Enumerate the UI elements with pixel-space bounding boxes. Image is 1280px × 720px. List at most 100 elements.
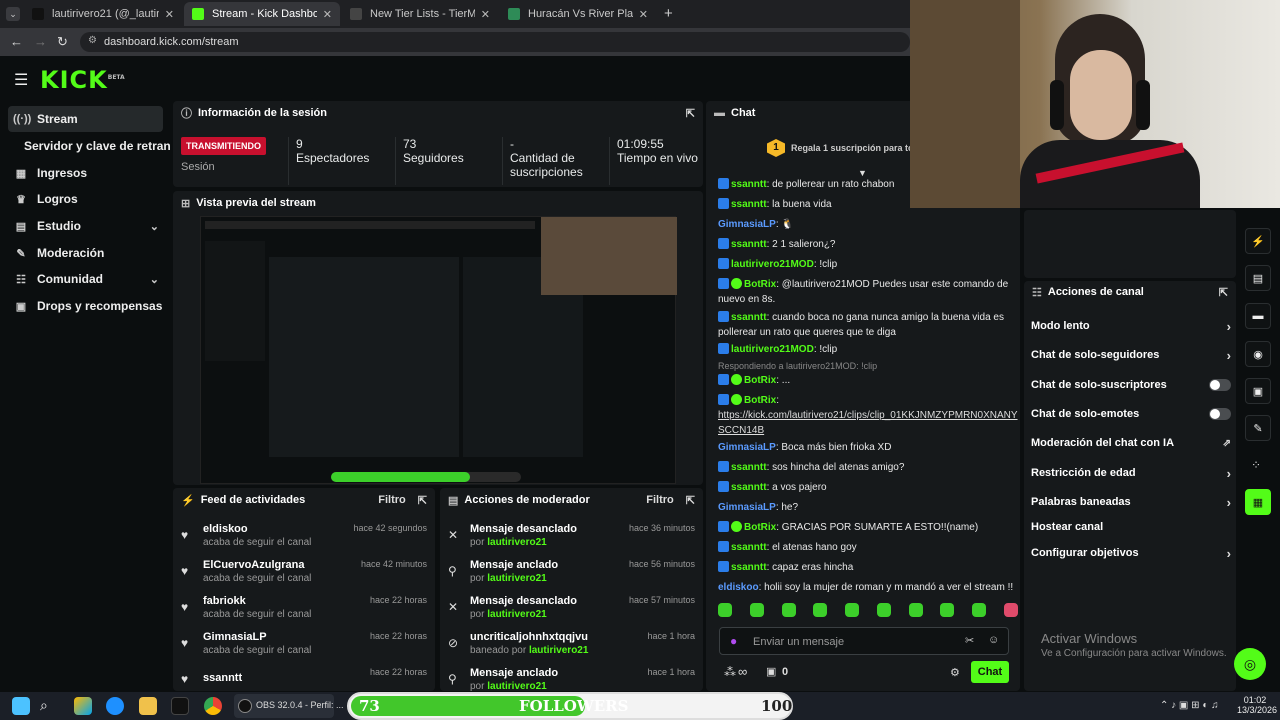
clock[interactable]: 01:02 13/3/2026 xyxy=(1237,695,1277,715)
chat-username[interactable]: ssanntt xyxy=(731,562,767,573)
emote-icon[interactable] xyxy=(781,603,796,617)
channel-action-item[interactable]: Modo lento › xyxy=(1031,315,1231,337)
chat-username[interactable]: eldiskoo xyxy=(718,582,759,593)
chat-username[interactable]: GimnasiaLP xyxy=(718,219,776,230)
popout-icon[interactable]: ⇱ xyxy=(686,494,695,507)
settings-icon[interactable]: ⚙ xyxy=(950,666,960,679)
sidebar-item[interactable]: ▣ Drops y recompensas xyxy=(8,293,163,319)
forward-icon[interactable]: → xyxy=(34,34,47,49)
channel-action-item[interactable]: Restricción de edad › xyxy=(1031,462,1231,484)
activity-filter-button[interactable]: Filtro xyxy=(378,494,406,506)
kick-logo[interactable]: KICKBETA xyxy=(40,66,125,94)
chat-username[interactable]: BotRix xyxy=(744,522,776,533)
chevron-right-icon[interactable]: › xyxy=(1227,495,1231,510)
sidebar-item[interactable]: ▤ Estudio ⌄ xyxy=(8,213,163,239)
gift-icon[interactable]: ▣ xyxy=(766,665,776,678)
mod-action-user[interactable]: lautirivero21 xyxy=(487,609,546,620)
search-icon[interactable]: ⌕ xyxy=(40,697,48,714)
channel-action-item[interactable]: Palabras baneadas › xyxy=(1031,491,1231,513)
chevron-right-icon[interactable]: › xyxy=(1227,319,1231,334)
sidebar-item[interactable]: ☷ Comunidad ⌄ xyxy=(8,266,163,292)
site-info-icon[interactable]: ⚙ xyxy=(88,35,97,46)
emote-icon[interactable] xyxy=(718,603,732,617)
edge-icon[interactable] xyxy=(106,697,124,715)
browser-tab[interactable]: lautirivero21 (@_lautiriveroo) /✕ xyxy=(24,2,182,26)
dots-tool-icon[interactable]: ⁘ xyxy=(1251,458,1261,472)
points-icon[interactable]: ⁂ xyxy=(724,665,736,679)
back-icon[interactable]: ← xyxy=(10,34,23,49)
mic-icon[interactable]: ● xyxy=(730,634,737,648)
tab-close-icon[interactable]: ✕ xyxy=(317,8,332,21)
bolt-tool-icon[interactable]: ⚡ xyxy=(1245,228,1271,254)
popout-icon[interactable]: ⇱ xyxy=(1219,286,1228,299)
emote-icon[interactable] xyxy=(749,603,764,617)
chat-username[interactable]: ssanntt xyxy=(731,199,767,210)
chat-username[interactable]: ssanntt xyxy=(731,239,767,250)
sidebar-item[interactable]: ♛ Logros xyxy=(8,186,163,212)
mod-filter-button[interactable]: Filtro xyxy=(646,494,674,506)
toggle-switch[interactable] xyxy=(1209,408,1231,420)
chat-input[interactable]: ● Enviar un mensaje ✂ ☺ xyxy=(719,627,1009,655)
chat-username[interactable]: GimnasiaLP xyxy=(718,502,776,513)
tab-close-icon[interactable]: ✕ xyxy=(633,8,648,21)
chat-username[interactable]: ssanntt xyxy=(731,462,767,473)
windows-start-icon[interactable] xyxy=(12,697,30,715)
chat-send-button[interactable]: Chat xyxy=(971,661,1009,683)
mod-action-user[interactable]: lautirivero21 xyxy=(487,573,546,584)
emote-icon[interactable] xyxy=(908,603,923,617)
channel-action-item[interactable]: Chat de solo-suscriptores xyxy=(1031,374,1231,396)
emote-icon[interactable] xyxy=(1003,603,1018,617)
chat-username[interactable]: BotRix xyxy=(744,279,776,290)
emote-icon[interactable] xyxy=(813,603,828,617)
obs-task-button[interactable]: OBS 32.0.4 - Perfil: ... xyxy=(234,694,344,718)
tiktok-icon[interactable] xyxy=(171,697,189,715)
gift-sub-banner[interactable]: Regala 1 suscripción para toma xyxy=(791,143,927,153)
chrome-icon[interactable] xyxy=(204,697,222,715)
toggle-switch[interactable] xyxy=(1209,379,1231,391)
channel-action-item[interactable]: Chat de solo-emotes xyxy=(1031,403,1231,425)
wrench-tool-icon[interactable]: ✎ xyxy=(1245,415,1271,441)
emote-icon[interactable] xyxy=(876,603,891,617)
browser-tab[interactable]: Stream - Kick Dashboard✕ xyxy=(184,2,340,26)
popout-icon[interactable]: ⇱ xyxy=(686,107,695,120)
chat-username[interactable]: ssanntt xyxy=(731,542,767,553)
emote-icon[interactable] xyxy=(940,603,955,617)
stream-preview-video[interactable] xyxy=(200,216,677,484)
url-field[interactable]: dashboard.kick.com/stream xyxy=(80,32,910,52)
translate-icon[interactable]: ✂ xyxy=(965,634,974,647)
tab-search-icon[interactable]: ⌄ xyxy=(6,7,20,21)
sidebar-item[interactable]: ✎ Moderación xyxy=(8,240,163,266)
chevron-right-icon[interactable]: › xyxy=(1227,466,1231,481)
mod-action-user[interactable]: lautirivero21 xyxy=(529,645,588,656)
channel-action-item[interactable]: Chat de solo-seguidores › xyxy=(1031,344,1231,366)
clapper-tool-icon[interactable]: ▦ xyxy=(1245,489,1271,515)
broadcast-tool-icon[interactable]: ◉ xyxy=(1245,341,1271,367)
chat-username[interactable]: lautirivero21MOD xyxy=(731,344,814,355)
browser-tab[interactable]: New Tier Lists - TierMaker✕ xyxy=(342,2,498,26)
channel-action-item[interactable]: Configurar objetivos › xyxy=(1031,542,1231,564)
chat-username[interactable]: ssanntt xyxy=(731,179,767,190)
emote-icon[interactable] xyxy=(845,603,860,617)
chevron-down-icon[interactable]: ⌄ xyxy=(150,220,159,233)
channel-action-item[interactable]: Hostear canal xyxy=(1031,516,1231,538)
chat-tool-icon[interactable]: ▬ xyxy=(1245,303,1271,329)
chat-username[interactable]: ssanntt xyxy=(731,482,767,493)
channel-action-item[interactable]: Moderación del chat con IA ⇗ xyxy=(1031,432,1231,454)
sidebar-item[interactable]: ▦ Ingresos xyxy=(8,160,163,186)
reload-icon[interactable]: ↻ xyxy=(57,34,68,50)
mod-action-user[interactable]: lautirivero21 xyxy=(487,681,546,692)
help-chat-icon[interactable]: ◎ xyxy=(1234,648,1266,680)
copilot-icon[interactable] xyxy=(74,697,92,715)
chat-username[interactable]: GimnasiaLP xyxy=(718,442,776,453)
chevron-down-icon[interactable]: ⌄ xyxy=(150,273,159,286)
mod-action-user[interactable]: lautirivero21 xyxy=(487,537,546,548)
document-tool-icon[interactable]: ▤ xyxy=(1245,265,1271,291)
sidebar-item[interactable]: Servidor y clave de retransm xyxy=(8,133,171,159)
tab-close-icon[interactable]: ✕ xyxy=(159,8,174,21)
browser-tab[interactable]: Huracán Vs River Plate - Alinea✕ xyxy=(500,2,656,26)
sidebar-item[interactable]: ((·)) Stream xyxy=(8,106,163,132)
layout-tool-icon[interactable]: ▣ xyxy=(1245,378,1271,404)
emoji-icon[interactable]: ☺ xyxy=(988,634,999,646)
external-link-icon[interactable]: ⇗ xyxy=(1223,438,1231,449)
chat-username[interactable]: lautirivero21MOD xyxy=(731,259,814,270)
